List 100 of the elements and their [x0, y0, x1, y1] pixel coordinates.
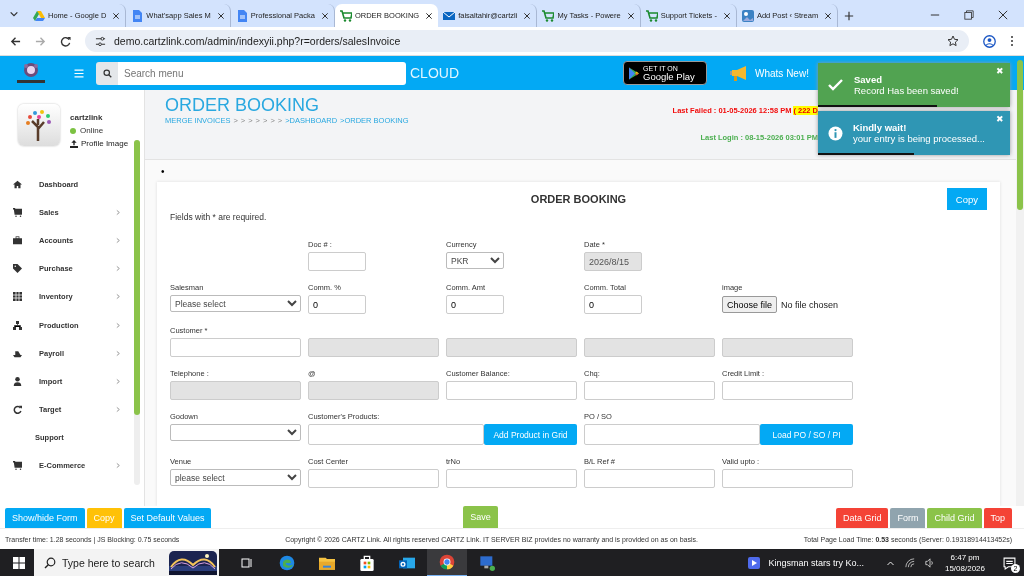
logo-icon: [14, 60, 48, 86]
close-icon: [824, 11, 833, 20]
drive-icon: [33, 9, 45, 22]
input-field[interactable]: 0: [584, 295, 642, 314]
computer-icon: [479, 555, 495, 571]
toast-title: Saved: [854, 74, 883, 85]
info-icon: [828, 125, 843, 141]
dropdown[interactable]: Please select: [170, 295, 301, 312]
cart-icon: [542, 9, 555, 22]
status-text: Online: [80, 126, 104, 135]
search-icon: [44, 557, 56, 569]
star-icon: [947, 35, 959, 47]
wifi-icon: [904, 558, 915, 568]
home-icon: [13, 179, 22, 189]
edge-icon: [279, 555, 295, 571]
form-title: ORDER BOOKING: [530, 193, 627, 205]
profile-icon: [983, 34, 996, 48]
action-button[interactable]: Data Grid: [835, 508, 889, 528]
store-icon: [359, 555, 375, 571]
volume-icon: [924, 558, 935, 568]
input-field[interactable]: [308, 469, 439, 488]
news-headline[interactable]: Kingsman stars try Ko...: [768, 558, 864, 568]
input-field[interactable]: 0: [446, 295, 504, 314]
close-icon: [626, 11, 635, 20]
file-status: No file chosen: [781, 299, 839, 310]
action-button[interactable]: Top: [983, 508, 1012, 528]
briefcase-icon: [13, 235, 22, 245]
search-field[interactable]: Search menu: [118, 61, 406, 85]
scrollbar-thumb[interactable]: [1017, 60, 1023, 210]
bullet: •: [161, 167, 165, 177]
close-icon: [523, 11, 532, 20]
close-icon: [998, 10, 1008, 20]
status-dot: [70, 127, 76, 134]
cart-icon: [339, 9, 352, 22]
input-field[interactable]: [308, 424, 484, 445]
dropdown[interactable]: [170, 424, 301, 441]
choose-file-button[interactable]: Choose file: [722, 296, 778, 313]
chrome-icon: [439, 554, 455, 570]
cart-icon: [645, 9, 658, 22]
mail-icon: [443, 9, 456, 22]
address-bar[interactable]: demo.cartzlink.com/admin/indexyii.php?r=orders/salesInvoice: [85, 30, 969, 52]
input-field[interactable]: [584, 381, 715, 400]
document-icon: [131, 9, 144, 22]
user-icon: [13, 376, 22, 386]
video-icon: [748, 557, 761, 569]
taskbar-app[interactable]: [427, 549, 467, 576]
megaphone-icon: [729, 64, 749, 82]
cart-icon: [13, 461, 22, 471]
profile-image-link[interactable]: Profile Image: [70, 139, 129, 148]
check-icon: [828, 78, 844, 92]
page-title: ORDER BOOKING: [165, 96, 321, 114]
upload-icon: [70, 139, 78, 148]
plus-icon: [844, 11, 855, 21]
document-icon: [235, 9, 248, 22]
image-icon: [741, 9, 754, 22]
dropdown[interactable]: please select: [170, 469, 301, 486]
sitemap-icon: [13, 320, 22, 330]
input-field[interactable]: [722, 469, 853, 488]
close-icon: [320, 11, 329, 20]
back-icon: [10, 35, 21, 47]
input-field[interactable]: [446, 469, 577, 488]
site-settings-icon: [95, 35, 106, 47]
clock-time[interactable]: 6:47 pm: [950, 551, 980, 563]
forward-icon: [35, 35, 46, 47]
cart-icon: [13, 207, 22, 217]
input-field[interactable]: [584, 469, 715, 488]
close-icon: [216, 11, 225, 20]
required-note: Fields with * are required.: [170, 212, 268, 222]
input-field[interactable]: [446, 381, 577, 400]
input-field[interactable]: [308, 252, 366, 271]
restore-icon: [964, 10, 974, 20]
clock-date[interactable]: 15/08/2026: [944, 563, 985, 575]
toast-title: Kindly wait!: [853, 122, 908, 133]
folder-icon: [319, 555, 335, 571]
close-icon: [722, 11, 731, 20]
input-field[interactable]: [584, 424, 760, 445]
toast-message: your entry is being processed...: [853, 133, 985, 144]
task-view-icon: [241, 557, 253, 569]
refresh-icon: [13, 405, 22, 415]
reload-icon: [60, 35, 71, 47]
menu-icon: [74, 68, 84, 78]
input-field[interactable]: 0: [308, 295, 366, 314]
notification-icon: [1003, 556, 1016, 570]
user-name: cartzlink: [70, 113, 104, 122]
more-icon: [1010, 35, 1014, 47]
input-field[interactable]: [170, 338, 301, 357]
tag-icon: [13, 264, 22, 274]
play-icon: [628, 66, 640, 80]
dropdown[interactable]: PKR: [446, 252, 504, 269]
scrollbar-thumb[interactable]: [134, 140, 140, 415]
search-icon: [102, 68, 112, 78]
brand-text: CLOUD: [410, 65, 459, 81]
windows-icon: [13, 557, 25, 569]
search-button[interactable]: [96, 61, 118, 85]
input-field[interactable]: [722, 381, 853, 400]
close-icon: [425, 11, 434, 20]
close-icon: [112, 11, 121, 20]
dropdown-icon: [9, 9, 19, 19]
grid-icon: [13, 292, 22, 302]
ship-icon: [13, 348, 22, 358]
